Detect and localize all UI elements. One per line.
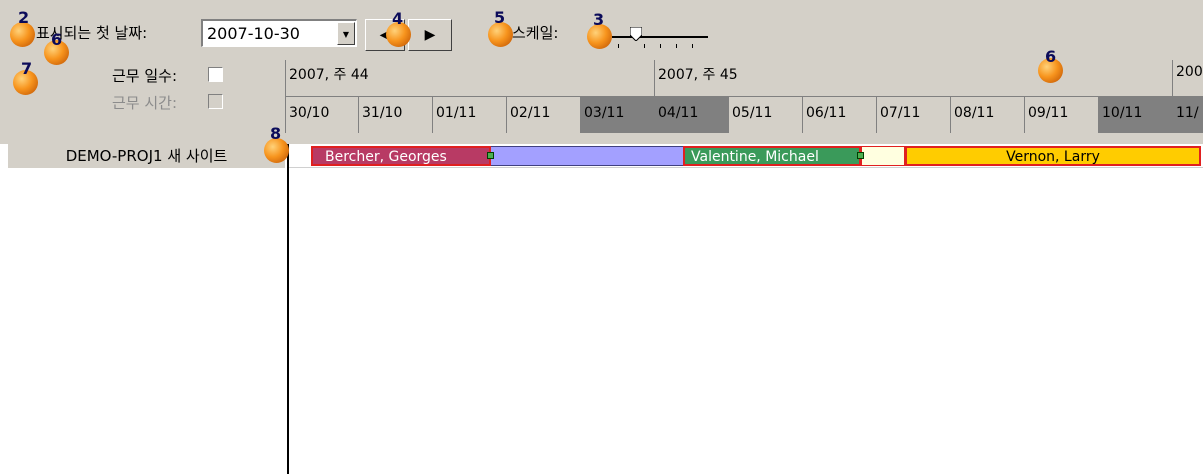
day-header: 31/10 xyxy=(358,97,432,133)
day-header: 10/11 xyxy=(1098,97,1172,133)
day-header: 07/11 xyxy=(876,97,950,133)
scale-label: 스케일: xyxy=(512,24,559,42)
slider-tick xyxy=(692,44,693,48)
gantt-bar-valentine[interactable]: Valentine, Michael xyxy=(683,146,861,166)
callout-number: 8 xyxy=(270,124,282,143)
working-hours-checkbox[interactable] xyxy=(208,94,223,109)
day-header: 09/11 xyxy=(1024,97,1098,133)
week-header: 2007, 주 45 xyxy=(654,60,1172,97)
project-row-label[interactable]: DEMO-PROJ1 새 사이트 xyxy=(8,144,285,168)
callout-number: 6 xyxy=(1045,47,1057,66)
day-header: 05/11 xyxy=(728,97,802,133)
callout-number: 5 xyxy=(494,8,506,27)
gantt-bar-light[interactable] xyxy=(861,146,905,166)
day-header: 06/11 xyxy=(802,97,876,133)
link-handle[interactable] xyxy=(857,152,864,159)
options-panel: 근무 일수: 근무 시간: xyxy=(0,60,285,144)
chevron-down-icon[interactable]: ▼ xyxy=(337,22,355,45)
first-day-date-select[interactable]: 2007-10-30 ▼ xyxy=(201,19,357,47)
slider-tick xyxy=(618,44,619,48)
splitter[interactable] xyxy=(287,144,289,474)
slider-tick xyxy=(660,44,661,48)
day-header: 01/11 xyxy=(432,97,506,133)
timeline-header: 2007, 주 44 2007, 주 45 200 30/10 31/10 01… xyxy=(285,60,1203,144)
week-header: 200 xyxy=(1172,60,1203,97)
day-header: 02/11 xyxy=(506,97,580,133)
day-header: 11/ xyxy=(1172,97,1203,133)
slider-track xyxy=(612,36,708,38)
week-header: 2007, 주 44 xyxy=(285,60,654,97)
slider-tick xyxy=(676,44,677,48)
working-hours-label: 근무 시간: xyxy=(112,94,178,112)
working-days-label: 근무 일수: xyxy=(112,67,178,85)
slider-tick xyxy=(644,44,645,48)
callout-number: 6 xyxy=(51,30,63,49)
day-header: 30/10 xyxy=(285,97,358,133)
callout-number: 2 xyxy=(18,8,30,27)
callout-number: 7 xyxy=(21,59,33,78)
gantt-bar-gap[interactable] xyxy=(491,146,683,166)
arrow-right-icon: ▶ xyxy=(424,27,436,43)
callout-number: 4 xyxy=(392,9,404,28)
callout-number: 3 xyxy=(593,10,605,29)
link-handle[interactable] xyxy=(487,152,494,159)
working-days-checkbox[interactable] xyxy=(208,67,223,82)
slider-thumb[interactable] xyxy=(630,27,642,41)
day-header: 04/11 xyxy=(654,97,728,133)
gantt-bar-bercher[interactable]: Bercher, Georges xyxy=(311,146,491,166)
date-value: 2007-10-30 xyxy=(207,24,300,43)
next-button[interactable]: ▶ xyxy=(408,19,452,51)
day-header: 03/11 xyxy=(580,97,654,133)
gantt-bar-vernon[interactable]: Vernon, Larry xyxy=(905,146,1201,166)
day-header: 08/11 xyxy=(950,97,1024,133)
